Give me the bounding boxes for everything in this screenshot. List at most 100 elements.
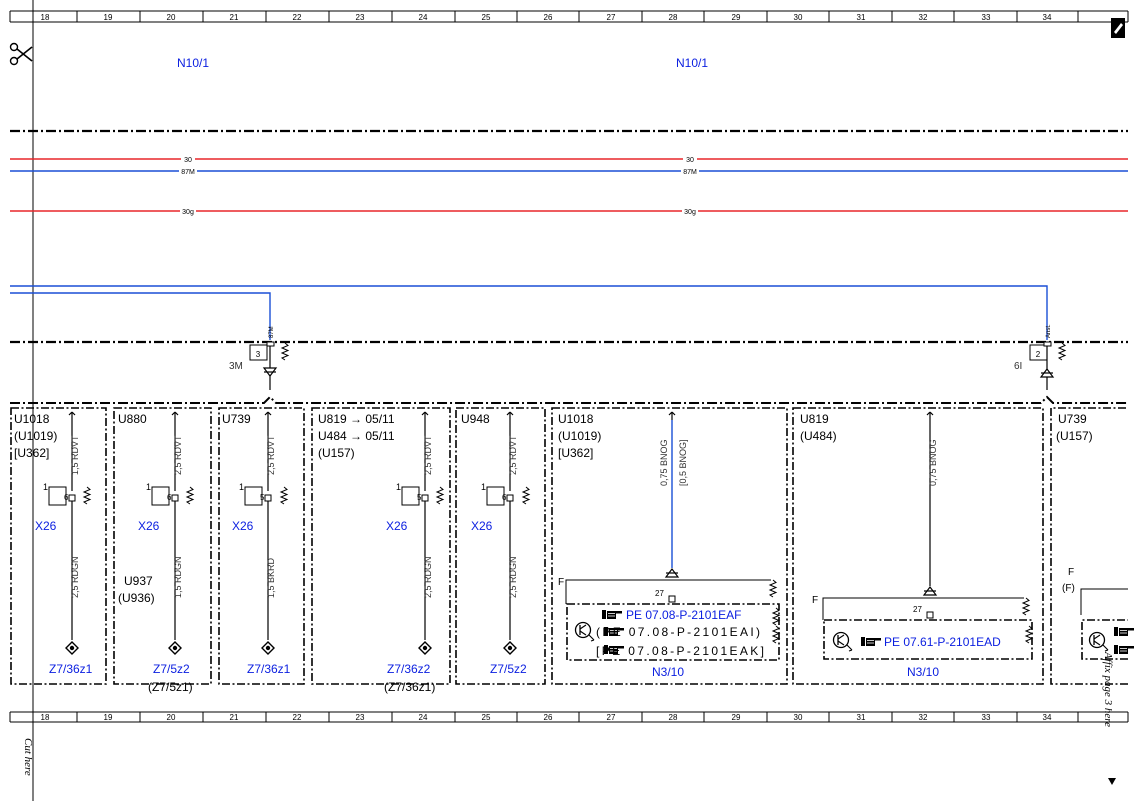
block-6-pin: 27 [655,589,664,598]
block-2-variant-alt: (U936) [118,591,155,605]
bus-87m-label: 87M [181,169,195,176]
block-7-pe-ref-1[interactable]: PE 07.61-P-2101EAD [884,635,1001,649]
variant-block-7: U819 (U484) 0,75 BNOG F 27 PE 07.61-P-21… [792,407,1044,685]
block-5-wire-top: 2,5 RDVT [508,435,518,475]
ruler-col-21: 21 [230,13,239,22]
ruler-col-30: 30 [794,713,803,722]
ruler-col-19: 19 [104,13,113,22]
ground-icon [168,641,182,655]
block-1-code: U1018 [14,412,50,426]
block-8-alt-code: (U157) [1056,429,1093,443]
ruler-col-28: 28 [669,13,678,22]
block-1-pin-side: 1 [43,482,48,492]
ruler-col-18: 18 [41,13,50,22]
block-7-f: F [812,595,818,606]
hand-pointer-icon [1113,626,1135,637]
connector-6i-pin: 2 [1036,350,1041,359]
block-5-pin: 6 [502,493,507,502]
bus-30-label: 30 [184,157,192,164]
feed-87m-wire [10,285,1048,340]
block-2-wire-bottom: 1,5 RDGN [173,556,183,598]
block-2-ground: Z7/5z2 [153,662,190,676]
block-7-module: N3/10 [907,665,939,679]
block-1-wire-top: 1,5 RDVT [70,435,80,475]
sensor-icon [1088,631,1109,652]
ground-icon [261,641,275,655]
affix-arrow-icon [1108,778,1116,785]
bottom-ruler: 18 19 20 21 22 23 24 25 26 27 28 29 30 3… [9,711,1129,723]
ruler-col-29: 29 [732,13,741,22]
up-arrow-icon [171,411,179,421]
module-label-right: N10/1 [676,56,708,70]
up-arrow-icon [506,411,514,421]
block-1-wire-bottom: 2,5 RDGN [70,556,80,598]
hand-pointer-icon [860,636,882,647]
block-4-code-2: U484 → 05/11 [318,429,395,443]
variant-block-1: U1018 (U1019) [U362] 1,5 RDVT 6 1 X26 2,… [10,407,107,685]
up-arrow-icon [264,411,272,421]
ground-icon [503,641,517,655]
block-4-pin-side: 1 [396,482,401,492]
block-2-connector: X26 [138,519,160,533]
block-6-wire-top: 0,75 BNOG [659,439,669,486]
variant-block-8: U739 (U157) F (F) [1050,407,1135,685]
block-5-wire-bottom: 2,5 RDGN [508,556,518,598]
glue-icon [1111,18,1125,38]
block-1-ground: Z7/36z1 [49,662,93,676]
block-7-pin: 27 [913,605,922,614]
bus-30-label: 30 [686,157,694,164]
ruler-col-23: 23 [356,713,365,722]
ruler-col-26: 26 [544,13,553,22]
ground-icon [418,641,432,655]
block-1-alt-code: (U1019) [14,429,57,443]
ruler-col-30: 30 [794,13,803,22]
ruler-col-labels-bottom: 18 19 20 21 22 23 24 25 26 27 28 29 30 3… [41,713,1052,722]
ruler-col-26: 26 [544,713,553,722]
ruler-col-labels: 18 19 20 21 22 23 24 25 26 27 28 29 30 3… [41,13,1052,22]
block-6-pe-ref-1[interactable]: PE 07.08-P-2101EAF [626,608,741,622]
block-4-pin: 5 [417,493,422,502]
block-4-ground-alt: (Z7/36z1) [384,680,435,694]
block-3-ground: Z7/36z1 [247,662,291,676]
block-4-connector: X26 [386,519,408,533]
block-1-pin: 6 [64,493,69,502]
ground-icon [65,641,79,655]
affix-page-label: Affix page 3 here [1102,652,1114,728]
ruler-col-24: 24 [419,713,428,722]
ruler-col-33: 33 [982,13,991,22]
ruler-col-33: 33 [982,713,991,722]
block-5-ground: Z7/5z2 [490,662,527,676]
ruler-col-22: 22 [293,13,302,22]
connector-3m: 3 3M [229,341,289,390]
ruler-col-34: 34 [1043,13,1052,22]
ruler-col-22: 22 [293,713,302,722]
block-2-wire-top: 2,5 RDVT [173,435,183,475]
block-6-pe-ref-2[interactable]: (PE 07.08-P-2101EAI) [596,625,760,639]
connector-3m-label: 3M [229,361,243,372]
bus-30: 30 30 [10,155,1128,164]
block-7-code: U819 [800,412,829,426]
block-8-f-alt: (F) [1062,583,1075,594]
ruler-col-28: 28 [669,713,678,722]
block-6-module: N3/10 [652,665,684,679]
ruler-col-24: 24 [419,13,428,22]
feed-anst-wire [10,292,271,340]
block-4-ground: Z7/36z2 [387,662,431,676]
block-5-pin-side: 1 [481,482,486,492]
block-3-wire-top: 2,5 RDVT [266,435,276,475]
block-3-wire-bottom: 1,5 BKRD [266,557,276,598]
block-6-f: F [558,577,564,588]
ruler-col-29: 29 [732,713,741,722]
bus-87m: 87M 87M [10,167,1128,176]
ruler-col-23: 23 [356,13,365,22]
block-2-ground-alt: (Z7/5z1) [148,680,193,694]
ruler-col-20: 20 [167,13,176,22]
variant-block-3: U739 2,5 RDVT 5 1 X26 1,5 BKRD Z7/36z1 [218,407,305,685]
variant-block-4: U819 → 05/11 U484 → 05/11 (U157) 2,5 RDV… [311,407,451,694]
block-6-wire-top-alt: [0,5 BNOG] [678,439,688,486]
block-3-connector: X26 [232,519,254,533]
up-arrow-icon [68,411,76,421]
hand-pointer-icon [601,609,623,620]
hand-pointer-icon [1113,644,1135,655]
ruler-col-34: 34 [1043,713,1052,722]
